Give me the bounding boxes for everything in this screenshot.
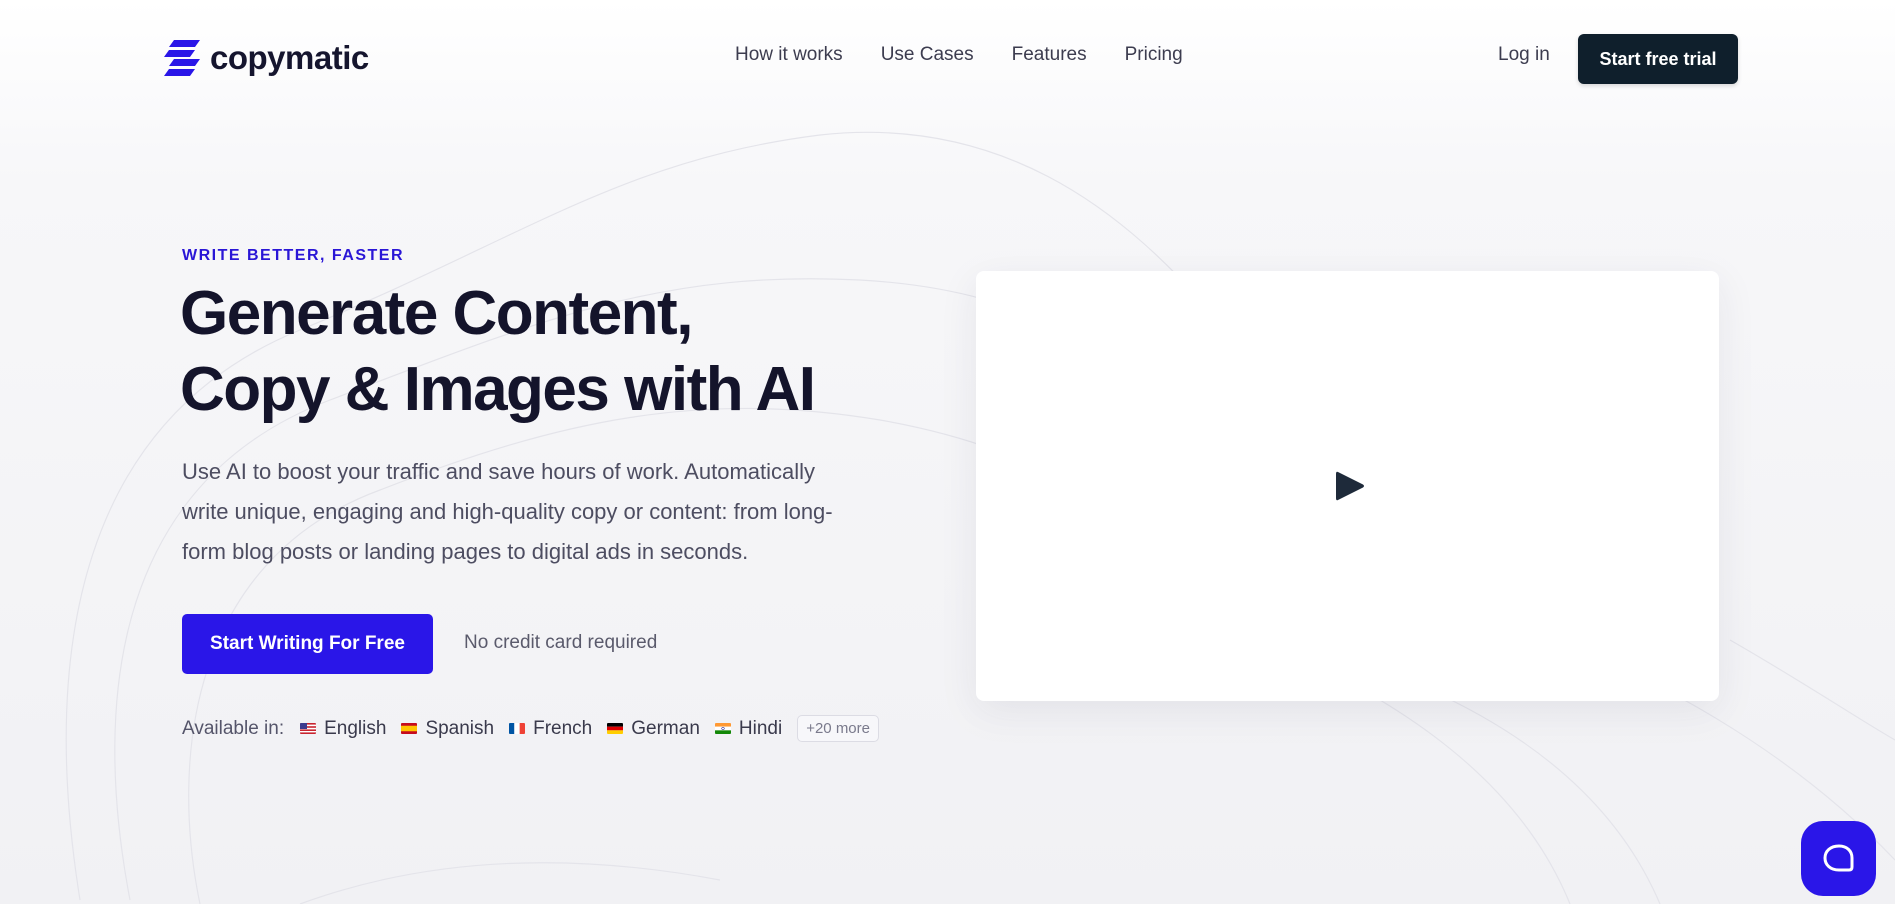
hero-eyebrow: WRITE BETTER, FASTER	[182, 247, 404, 264]
lang-label: German	[631, 717, 700, 739]
spain-flag-icon	[401, 723, 418, 734]
lang-french: French	[509, 718, 592, 740]
more-languages-badge[interactable]: +20 more	[797, 715, 879, 742]
available-label: Available in:	[182, 717, 285, 739]
copymatic-logo-icon	[164, 40, 200, 76]
nav-pricing[interactable]: Pricing	[1125, 44, 1183, 66]
lang-german: German	[607, 718, 700, 740]
us-flag-icon	[300, 723, 317, 734]
lang-label: Spanish	[425, 717, 495, 739]
hero-headline: Generate Content, Copy & Images with AI	[180, 276, 880, 428]
lang-label: French	[533, 717, 593, 739]
start-writing-button[interactable]: Start Writing For Free	[182, 614, 433, 674]
india-flag-icon	[714, 723, 731, 734]
lang-label: Hindi	[738, 717, 783, 739]
login-link[interactable]: Log in	[1498, 44, 1550, 66]
chat-bubble-icon	[1823, 844, 1853, 871]
germany-flag-icon	[607, 723, 624, 734]
france-flag-icon	[509, 723, 526, 734]
headline-line-1: Generate Content,	[180, 279, 693, 348]
lang-label: English	[324, 717, 387, 739]
lang-english: English	[300, 718, 386, 740]
nav-how-it-works[interactable]: How it works	[735, 44, 843, 66]
no-credit-card-note: No credit card required	[464, 632, 658, 653]
site-header: copymatic How it works Use Cases Feature…	[0, 0, 1895, 110]
headline-line-2: Copy & Images with AI	[180, 355, 816, 424]
available-languages: Available in: English Spanish French Ger…	[182, 715, 879, 742]
play-icon[interactable]	[1334, 469, 1366, 503]
logo-text: copymatic	[210, 39, 369, 76]
start-free-trial-button[interactable]: Start free trial	[1578, 34, 1738, 84]
lang-hindi: Hindi	[714, 717, 783, 740]
nav-use-cases[interactable]: Use Cases	[881, 44, 974, 66]
hero-description: Use AI to boost your traffic and save ho…	[182, 459, 833, 564]
lang-spanish: Spanish	[401, 718, 494, 740]
main-nav: How it works Use Cases Features Pricing	[735, 44, 1183, 66]
chat-widget-button[interactable]	[1801, 821, 1876, 896]
nav-features[interactable]: Features	[1012, 44, 1087, 66]
video-player[interactable]	[976, 271, 1719, 701]
logo[interactable]: copymatic	[162, 38, 369, 78]
